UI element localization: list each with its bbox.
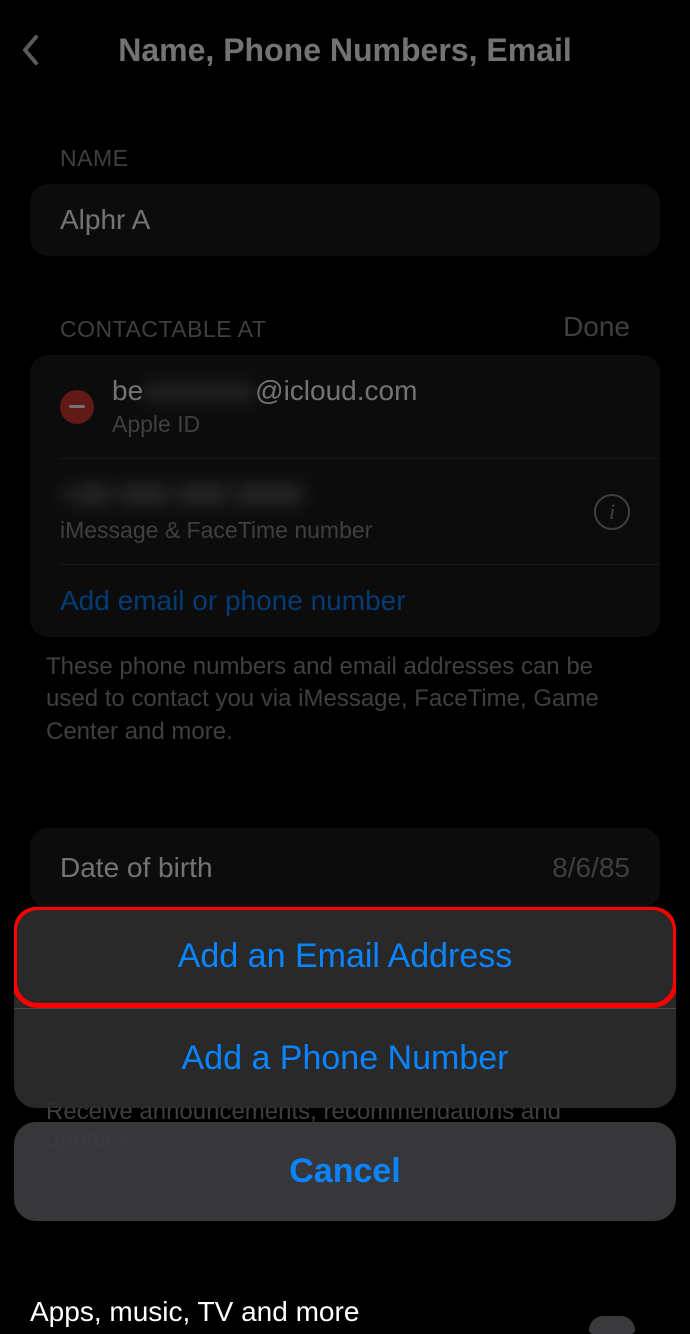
contact-phone-value: +00 000 000 0000: [60, 479, 372, 513]
done-button[interactable]: Done: [563, 311, 630, 343]
add-contact-row[interactable]: Add email or phone number: [30, 565, 660, 637]
contact-phone-subtitle: iMessage & FaceTime number: [60, 517, 372, 544]
toggle-icon[interactable]: [589, 1316, 635, 1334]
action-sheet: Add an Email Address Add a Phone Number …: [14, 907, 676, 1221]
highlight-annotation: Add an Email Address: [14, 907, 676, 1008]
action-sheet-group: Add an Email Address Add a Phone Number: [14, 907, 676, 1108]
contact-email-value: bexxxxxxxx@icloud.com: [112, 375, 417, 407]
apps-row[interactable]: Apps, music, TV and more: [0, 1274, 690, 1328]
contact-section-header: CONTACTABLE AT Done: [0, 311, 690, 343]
add-contact-label: Add email or phone number: [60, 585, 406, 617]
contact-footer-text: These phone numbers and email addresses …: [0, 637, 690, 748]
dob-card: Date of birth 8/6/85: [30, 828, 660, 908]
page-title: Name, Phone Numbers, Email: [0, 32, 690, 69]
email-suffix: @icloud.com: [255, 375, 417, 407]
name-section-header: NAME: [0, 145, 690, 172]
dob-row[interactable]: Date of birth 8/6/85: [30, 828, 660, 908]
delete-icon[interactable]: [60, 390, 94, 424]
contact-row-email[interactable]: bexxxxxxxx@icloud.com Apple ID: [30, 355, 660, 458]
name-label: NAME: [60, 145, 128, 172]
dob-value: 8/6/85: [552, 852, 630, 884]
nav-header: Name, Phone Numbers, Email: [0, 0, 690, 100]
email-blurred: xxxxxxxx: [143, 375, 255, 407]
email-prefix: be: [112, 375, 143, 407]
dob-label: Date of birth: [60, 852, 213, 884]
contact-email-subtitle: Apple ID: [112, 411, 417, 438]
cancel-button[interactable]: Cancel: [14, 1122, 676, 1221]
contact-label: CONTACTABLE AT: [60, 316, 266, 343]
name-card: Alphr A: [30, 184, 660, 256]
add-email-button[interactable]: Add an Email Address: [17, 910, 673, 1003]
apps-row-label: Apps, music, TV and more: [30, 1296, 359, 1327]
info-icon[interactable]: i: [594, 494, 630, 530]
name-row[interactable]: Alphr A: [30, 184, 660, 256]
name-value: Alphr A: [60, 204, 150, 236]
contact-row-phone[interactable]: +00 000 000 0000 iMessage & FaceTime num…: [30, 459, 660, 564]
add-phone-button[interactable]: Add a Phone Number: [14, 1009, 676, 1108]
contact-card: bexxxxxxxx@icloud.com Apple ID +00 000 0…: [30, 355, 660, 637]
